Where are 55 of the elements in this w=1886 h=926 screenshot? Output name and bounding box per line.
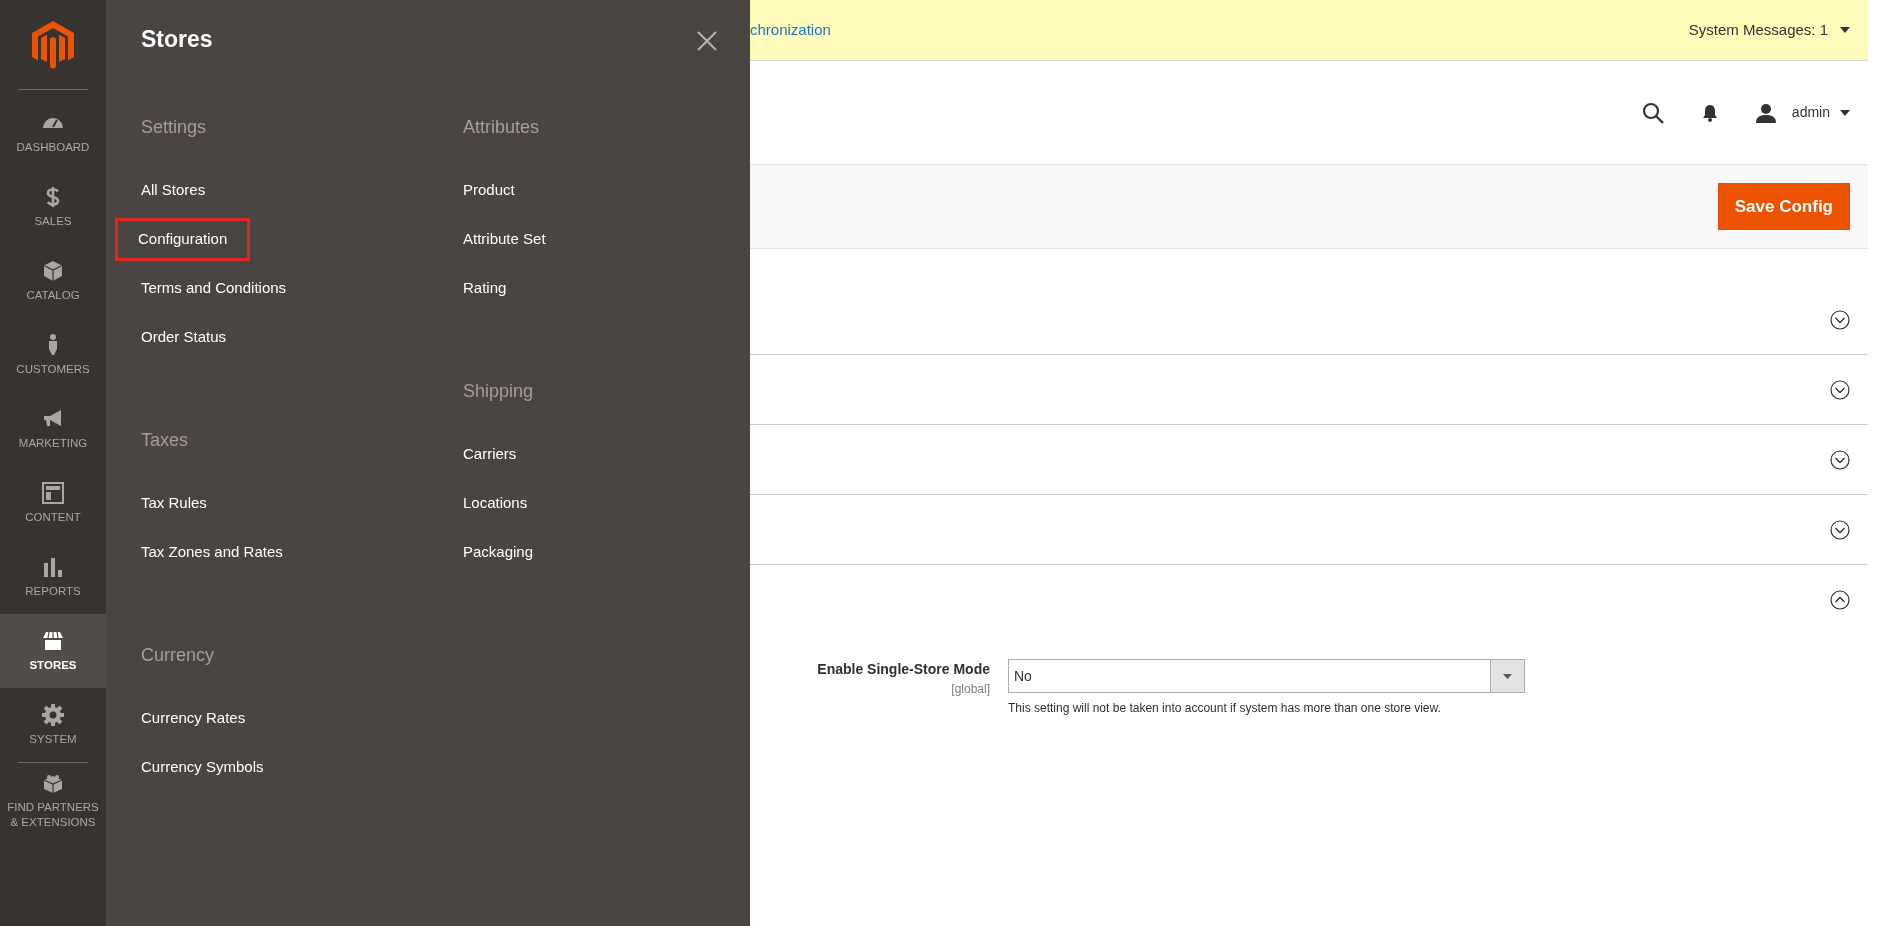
layout-icon bbox=[41, 481, 65, 506]
menu-group-heading: Attributes bbox=[463, 116, 541, 139]
menu-link[interactable]: Carriers bbox=[463, 436, 517, 473]
logo-icon[interactable] bbox=[32, 20, 74, 69]
menu-group-heading: Currency bbox=[141, 644, 216, 667]
field-label: Enable Single-Store Mode bbox=[816, 660, 990, 679]
cube-icon bbox=[41, 259, 65, 284]
menu-link[interactable]: Rating bbox=[463, 270, 507, 307]
bell-icon[interactable] bbox=[1701, 103, 1718, 122]
system-messages-label[interactable]: System Messages: 1 bbox=[1688, 18, 1828, 42]
chevron-icon[interactable] bbox=[1830, 309, 1850, 330]
sidebar-item[interactable]: REPORTS bbox=[0, 540, 106, 614]
chevron-icon[interactable] bbox=[1830, 379, 1850, 400]
menu-link[interactable]: Terms and Conditions bbox=[141, 270, 287, 307]
bar-chart-icon bbox=[41, 555, 65, 580]
sidebar-item[interactable]: CUSTOMERS bbox=[0, 318, 106, 392]
sidebar-item[interactable]: CONTENT bbox=[0, 466, 106, 540]
menu-link[interactable]: Order Status bbox=[141, 319, 227, 356]
message-link[interactable]: chronization bbox=[750, 18, 831, 42]
menu-link[interactable]: Locations bbox=[463, 485, 528, 522]
menu-link[interactable]: Currency Symbols bbox=[141, 749, 264, 786]
user-icon[interactable] bbox=[1755, 102, 1776, 123]
chevron-icon[interactable] bbox=[1830, 449, 1850, 470]
menu-link[interactable]: Currency Rates bbox=[141, 700, 246, 737]
search-icon[interactable] bbox=[1641, 101, 1664, 124]
close-icon[interactable] bbox=[696, 28, 718, 52]
menu-link[interactable]: All Stores bbox=[141, 172, 206, 209]
menu-link[interactable]: Packaging bbox=[463, 534, 534, 571]
chevron-icon[interactable] bbox=[1830, 590, 1850, 610]
scope-label: [global] bbox=[950, 681, 990, 698]
menu-group-heading: Settings bbox=[141, 116, 208, 139]
sidebar-item[interactable]: STORES bbox=[0, 614, 106, 688]
menu-group-heading: Shipping bbox=[463, 380, 535, 403]
menu-title: Stores bbox=[141, 26, 213, 54]
menu-group-heading: Taxes bbox=[141, 429, 190, 452]
field-note: This setting will not be taken into account if system has more than one store view. bbox=[1008, 700, 1442, 717]
caret-icon[interactable] bbox=[1840, 109, 1850, 116]
sidebar-item[interactable]: MARKETING bbox=[0, 392, 106, 466]
gear-icon bbox=[41, 703, 65, 728]
caret-icon bbox=[1503, 673, 1512, 679]
select-field[interactable]: No bbox=[1008, 659, 1525, 693]
save-config-button[interactable]: Save Config bbox=[1717, 182, 1850, 231]
menu-link[interactable]: Product bbox=[463, 172, 515, 209]
sidebar-item[interactable]: SALES bbox=[0, 170, 106, 244]
menu-link[interactable]: Tax Zones and Rates bbox=[141, 534, 283, 571]
sidebar-item[interactable]: FIND PARTNERS & EXTENSIONS bbox=[0, 763, 106, 837]
menu-link[interactable]: Configuration bbox=[118, 221, 248, 258]
sidebar-item[interactable]: CATALOG bbox=[0, 244, 106, 318]
menu-link[interactable]: Attribute Set bbox=[463, 221, 546, 258]
caret-icon[interactable] bbox=[1840, 27, 1850, 33]
sidebar-item[interactable]: DASHBOARD bbox=[0, 96, 106, 170]
user-name[interactable]: admin bbox=[1791, 102, 1830, 123]
menu-link[interactable]: Tax Rules bbox=[141, 485, 207, 522]
chevron-icon[interactable] bbox=[1830, 519, 1850, 540]
sidebar-item[interactable]: SYSTEM bbox=[0, 688, 106, 762]
